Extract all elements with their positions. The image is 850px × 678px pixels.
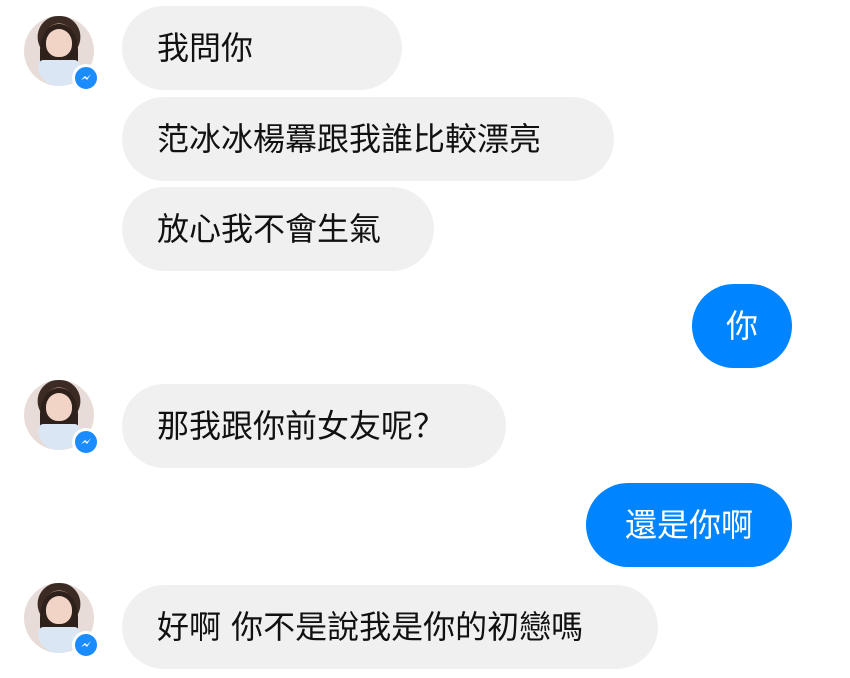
avatar-face xyxy=(46,29,72,57)
message-bubble-incoming[interactable]: 放心我不會生氣 xyxy=(122,187,434,271)
messenger-icon xyxy=(72,64,100,92)
messenger-bolt-icon xyxy=(81,641,91,647)
messenger-bolt-icon xyxy=(81,438,91,444)
message-bubble-outgoing[interactable]: 還是你啊 xyxy=(586,483,792,567)
messenger-bolt-icon xyxy=(81,74,91,80)
contact-avatar[interactable] xyxy=(24,380,100,456)
avatar-face xyxy=(46,596,72,624)
message-bubble-outgoing[interactable]: 你 xyxy=(692,284,792,368)
message-bubble-incoming[interactable]: 我問你 xyxy=(122,6,402,90)
message-bubble-incoming[interactable]: 范冰冰楊羃跟我誰比較漂亮 xyxy=(122,97,614,181)
contact-avatar[interactable] xyxy=(24,16,100,92)
avatar-face xyxy=(46,393,72,421)
messenger-icon xyxy=(72,428,100,456)
contact-avatar[interactable] xyxy=(24,583,100,659)
message-bubble-incoming[interactable]: 好啊 你不是說我是你的初戀嗎 xyxy=(122,585,658,669)
message-bubble-incoming[interactable]: 那我跟你前女友呢？ xyxy=(122,384,506,468)
messenger-icon xyxy=(72,631,100,659)
